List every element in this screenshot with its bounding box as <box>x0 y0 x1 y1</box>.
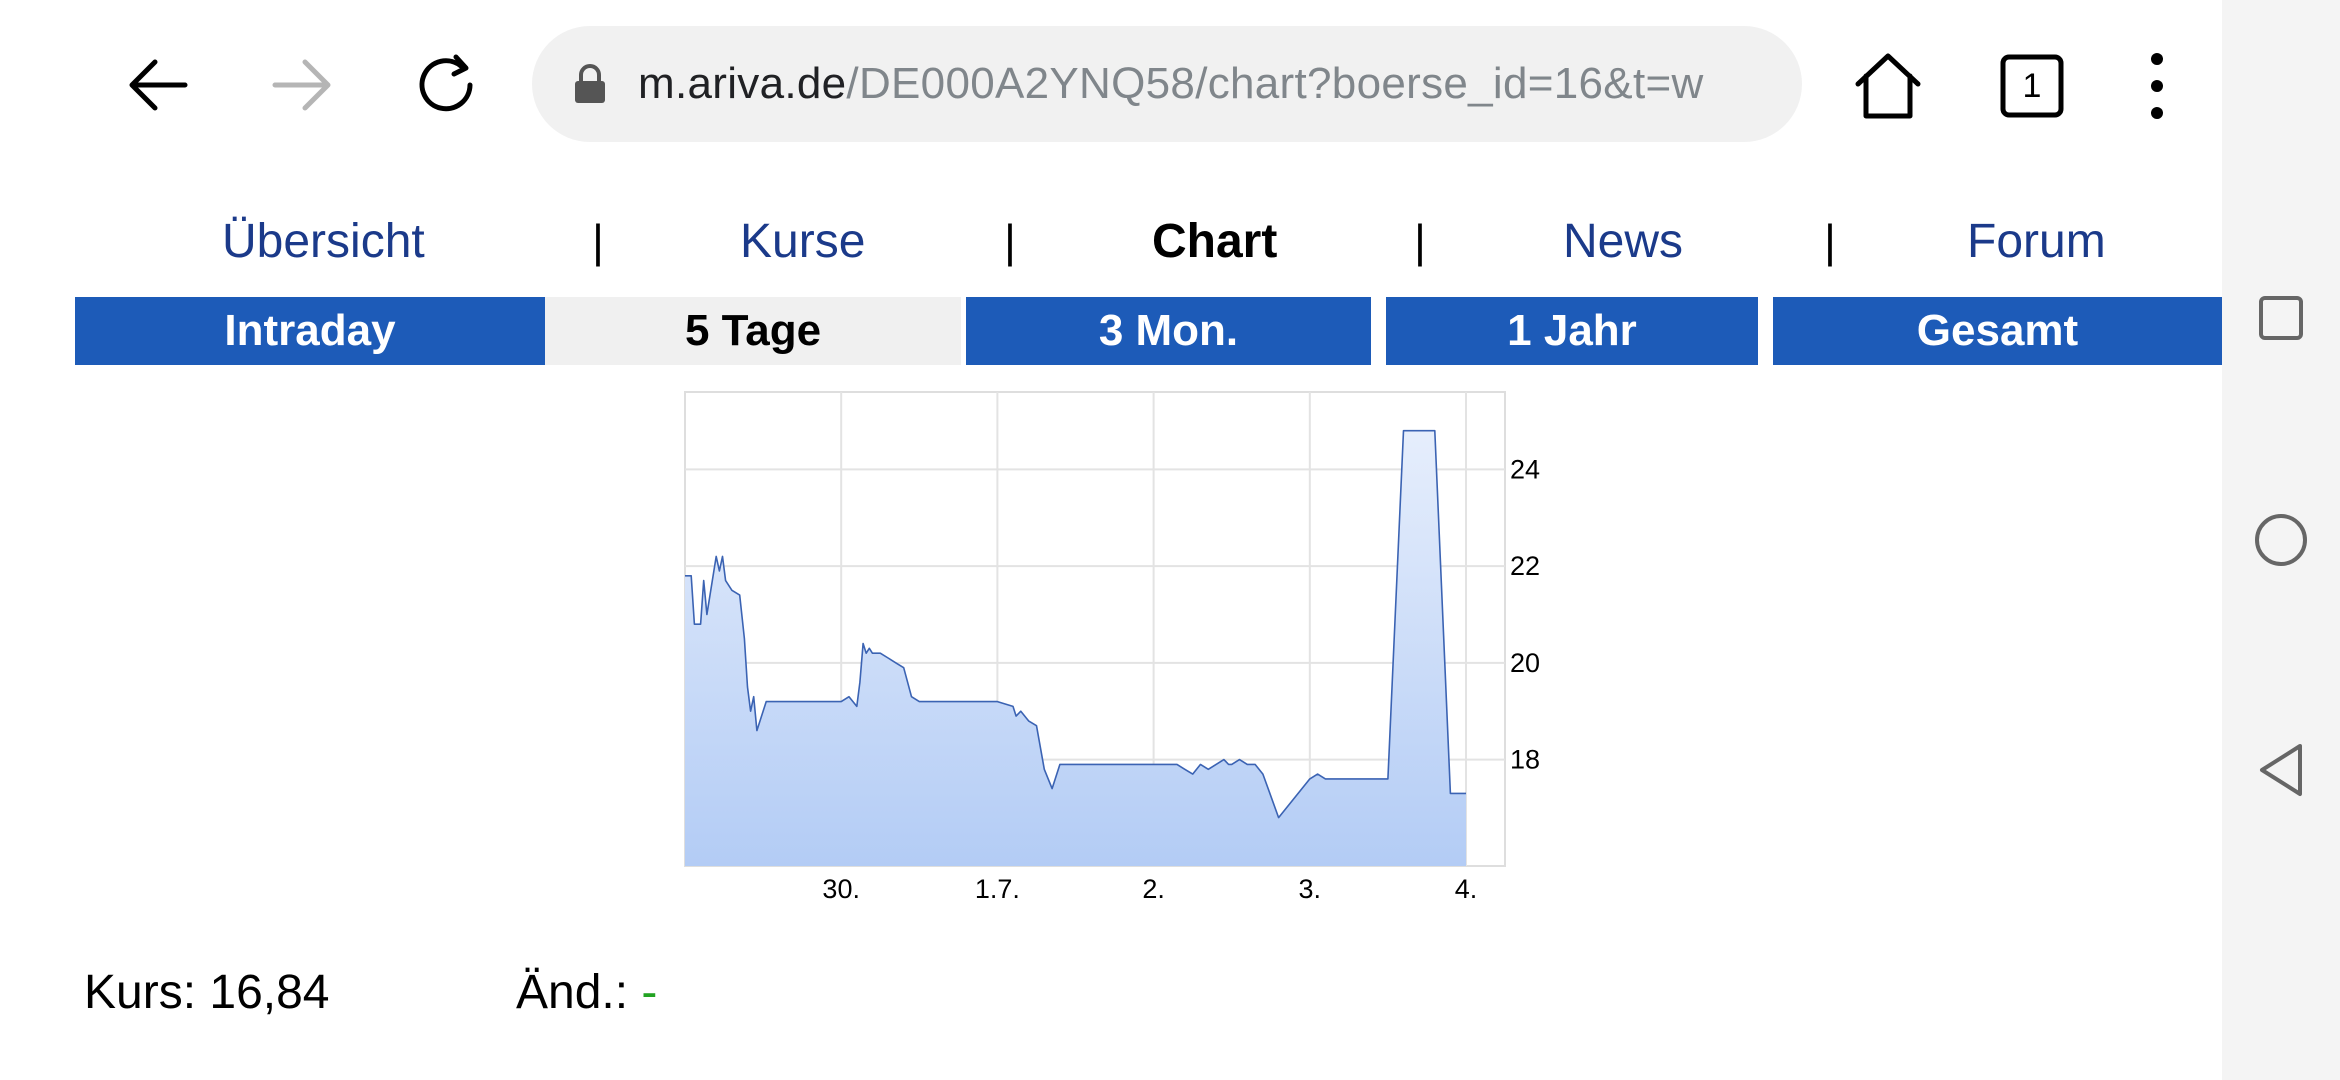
range-1-jahr[interactable]: 1 Jahr <box>1386 297 1758 365</box>
nav-separator: | <box>592 215 604 267</box>
nav-separator: | <box>1414 215 1426 267</box>
range-gesamt[interactable]: Gesamt <box>1773 297 2222 365</box>
x-tick-label: 1.7. <box>975 874 1020 904</box>
change-label: Änd.: <box>516 966 629 1019</box>
nav-news[interactable]: News <box>1563 214 1683 269</box>
site-nav: Übersicht | Kurse | Chart | News | Forum <box>0 200 2222 284</box>
address-bar[interactable]: m.ariva.de/DE000A2YNQ58/chart?boerse_id=… <box>532 26 1802 142</box>
price-chart-area: 18 20 22 24 30. 1.7. 2. 3. 4. <box>0 380 2222 920</box>
change-value: - <box>641 966 658 1019</box>
tabs-icon[interactable]: 1 <box>1990 44 2074 128</box>
x-tick-label: 3. <box>1299 874 1322 904</box>
url-path: /DE000A2YNQ58/chart?boerse_id=16&t=w <box>846 59 1704 108</box>
home-nav-icon[interactable] <box>2246 505 2316 575</box>
y-tick-label: 20 <box>1510 648 1540 678</box>
y-tick-label: 24 <box>1510 454 1540 484</box>
forward-icon[interactable] <box>262 45 342 125</box>
range-3-mon[interactable]: 3 Mon. <box>966 297 1371 365</box>
nav-uebersicht[interactable]: Übersicht <box>222 214 425 269</box>
home-icon[interactable] <box>1846 44 1930 128</box>
overflow-menu-icon[interactable] <box>2132 44 2182 128</box>
url-text: m.ariva.de/DE000A2YNQ58/chart?boerse_id=… <box>638 59 1704 109</box>
y-tick-label: 22 <box>1510 551 1540 581</box>
recents-icon[interactable] <box>2246 283 2316 353</box>
url-host: m.ariva.de <box>638 59 847 108</box>
nav-separator: | <box>1824 215 1836 267</box>
reload-icon[interactable] <box>406 45 486 125</box>
x-tick-label: 2. <box>1142 874 1165 904</box>
y-tick-label: 18 <box>1510 745 1540 775</box>
price-chart: 18 20 22 24 30. 1.7. 2. 3. 4. <box>684 391 1540 904</box>
quote-price: Kurs: 16,84 <box>84 966 330 1019</box>
x-tick-label: 30. <box>822 874 860 904</box>
lock-icon <box>568 59 612 109</box>
back-icon[interactable] <box>118 45 198 125</box>
nav-separator: | <box>1004 215 1016 267</box>
system-nav-bar <box>2222 0 2340 1080</box>
tab-count: 1 <box>2022 66 2042 105</box>
browser-toolbar: m.ariva.de/DE000A2YNQ58/chart?boerse_id=… <box>0 0 2222 170</box>
x-tick-label: 4. <box>1455 874 1478 904</box>
range-intraday[interactable]: Intraday <box>75 297 545 365</box>
range-5-tage[interactable]: 5 Tage <box>545 297 961 365</box>
nav-chart[interactable]: Chart <box>1152 214 1277 269</box>
nav-forum[interactable]: Forum <box>1967 214 2106 269</box>
nav-kurse[interactable]: Kurse <box>740 214 865 269</box>
back-nav-icon[interactable] <box>2246 735 2316 805</box>
quote-change: Änd.: - <box>516 965 657 1020</box>
